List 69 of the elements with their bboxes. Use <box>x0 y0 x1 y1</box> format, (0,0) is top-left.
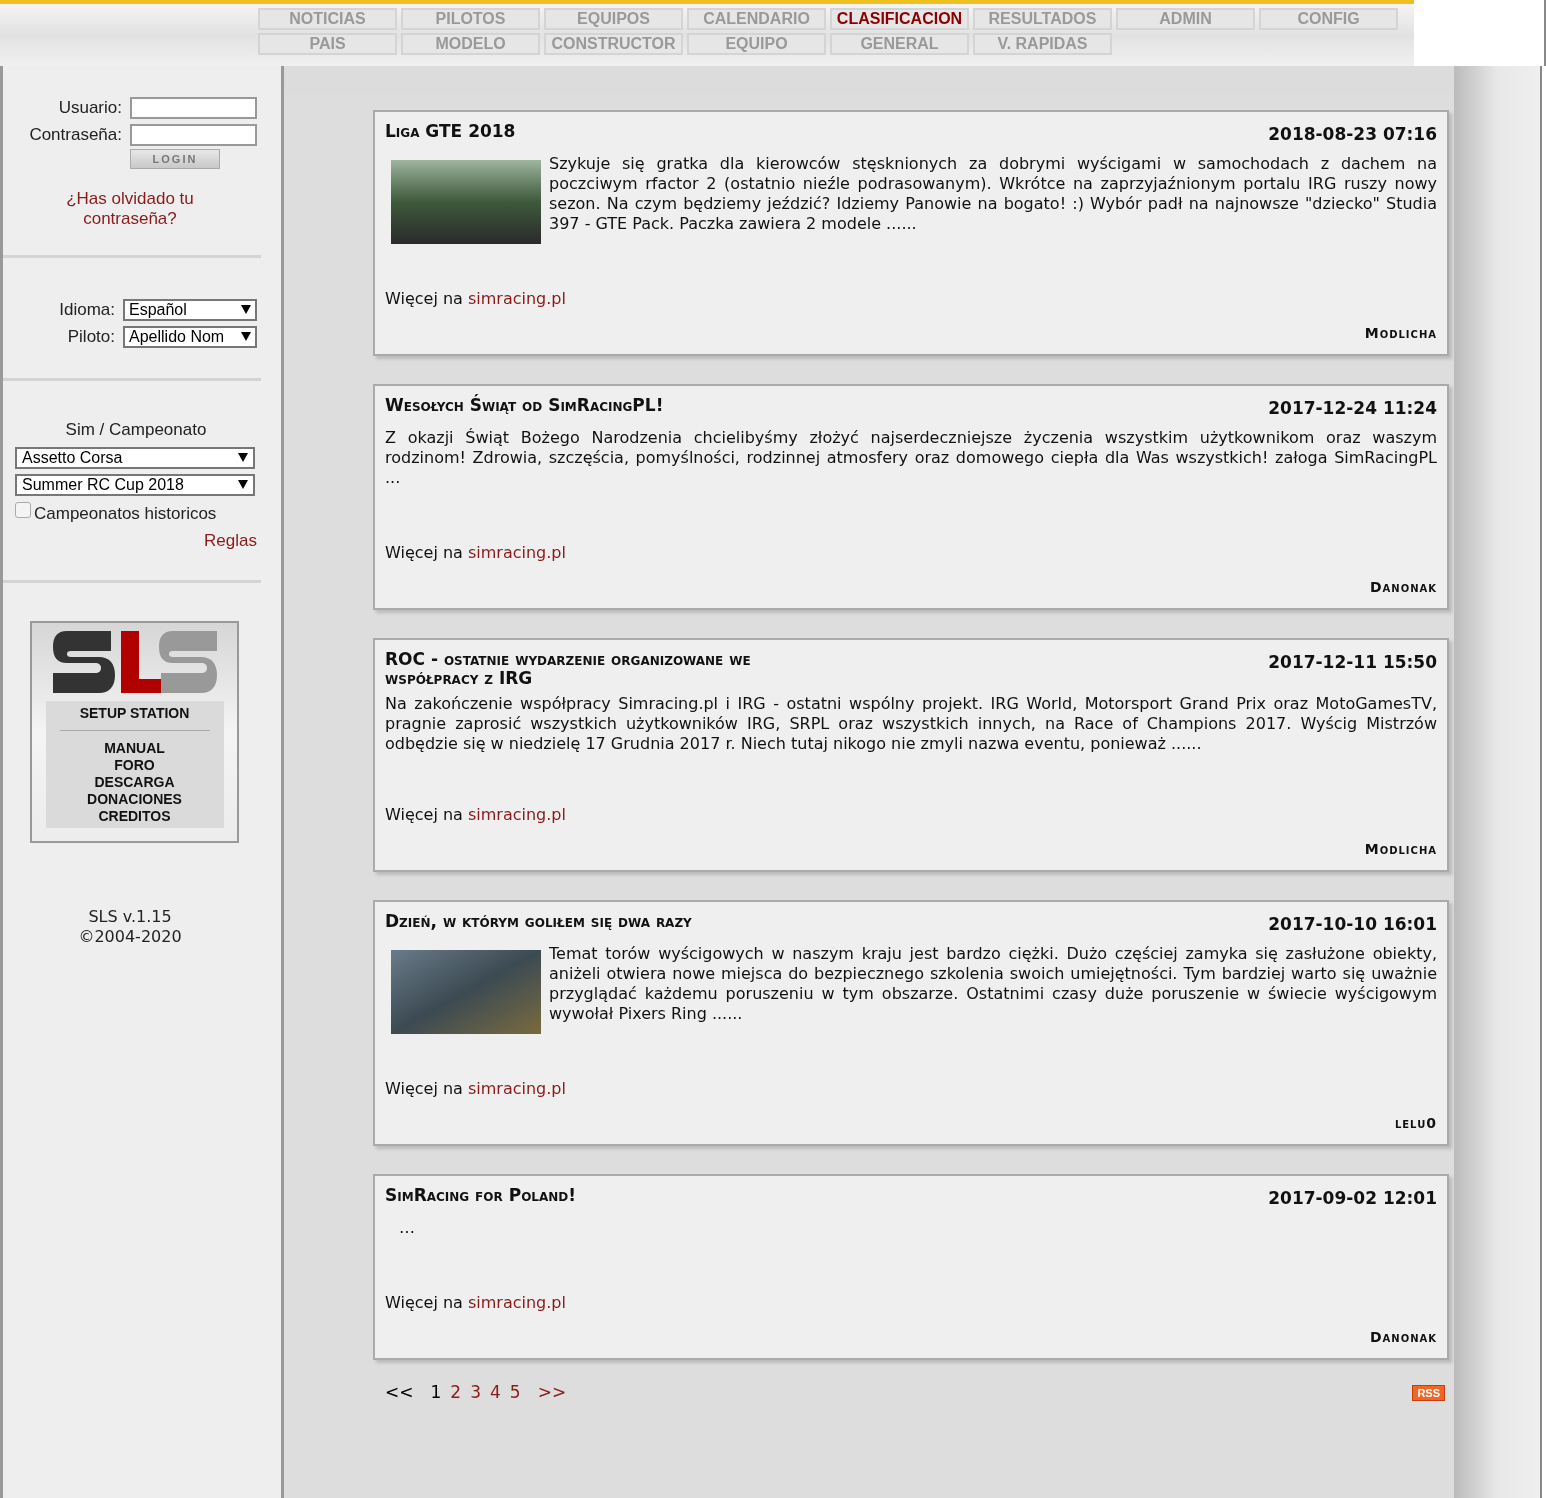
news-title: Liga GTE 2018 <box>385 122 516 141</box>
news-date: 2017-12-24 11:24 <box>1268 397 1437 420</box>
dropdown-value: Español <box>129 299 187 320</box>
panel-title: SETUP STATION <box>79 704 190 722</box>
forgot-password-link[interactable]: ¿Has olvidado tu contraseña? <box>50 189 210 229</box>
caret-icon <box>238 480 248 489</box>
source-link[interactable]: simracing.pl <box>467 289 566 308</box>
source-link[interactable]: simracing.pl <box>467 1293 566 1312</box>
read-more-text: Więcej na simracing.pl <box>385 804 567 826</box>
field-label: Piloto: <box>67 325 115 348</box>
news-date: 2018-08-23 07:16 <box>1268 123 1437 146</box>
menu-link[interactable]: DONACIONES <box>87 790 182 808</box>
news-date: 2017-09-02 12:01 <box>1268 1187 1437 1210</box>
news-text: Na zakończenie współpracy Simracing.pl i IRG - ostatni wspólny projekt. IRG World, Motorsport Grand Prix oraz MotoGamesTV, pragnie zaprosić wszystkich użytkowników IRG, SRPL oraz wszystkich innych, na Race of Champions 2017. Wyścig Mistrzów odbędzie się w niedzielę 17 Grudnia 2017 r. Niech tutaj nikogo nie zmyli nazwa eventu, ponieważ ...... <box>385 694 1437 754</box>
previous-page-link[interactable]: << <box>385 1380 414 1406</box>
caret-icon <box>238 453 248 462</box>
page-link[interactable]: 5 <box>509 1380 521 1406</box>
read-more-text: Więcej na simracing.pl <box>385 288 567 310</box>
dropdown[interactable]: Assetto Corsa <box>15 446 255 469</box>
dropdown[interactable]: Español <box>123 298 257 321</box>
author-name: lelu0 <box>1394 1114 1437 1133</box>
section-heading: Sim / Campeonato <box>65 419 207 441</box>
checkbox[interactable] <box>15 501 31 518</box>
page-link[interactable]: 2 <box>450 1380 462 1406</box>
news-date: 2017-10-10 16:01 <box>1268 913 1437 936</box>
news-title: ROC - ostatnie wydarzenie organizowane we współpracy z IRG <box>385 650 752 688</box>
next-page-link[interactable]: >> <box>537 1380 567 1406</box>
dropdown[interactable]: Apellido Nom <box>123 325 257 348</box>
news-text: Z okazji Świąt Bożego Narodzenia chcielibyśmy złożyć najserdeczniejsze życzenia wszystkim użytkownikom oraz waszym rodzinom! Zdrowia, szczęścia, pomyślności, rodzinnej atmosfery oraz domowego ciepła dla Was wszystkich! załoga SimRacingPL ... <box>385 427 1437 488</box>
source-link[interactable]: simracing.pl <box>467 543 566 562</box>
page-link[interactable]: 1 <box>430 1380 442 1406</box>
read-more-text: Więcej na simracing.pl <box>385 542 567 564</box>
password-input[interactable] <box>130 123 257 146</box>
caret-icon <box>241 332 251 341</box>
username-input[interactable] <box>130 96 257 119</box>
news-title: Wesołych Świąt od SimRacingPL! <box>385 396 664 415</box>
author-name: Danonak <box>1369 1328 1437 1347</box>
menu-link[interactable]: MANUAL <box>104 739 165 757</box>
source-link[interactable]: simracing.pl <box>467 1079 566 1098</box>
news-date: 2017-12-11 15:50 <box>1268 651 1437 674</box>
dropdown-value: Apellido Nom <box>129 326 225 347</box>
page-link[interactable]: 4 <box>490 1380 501 1406</box>
dropdown-value: Summer RC Cup 2018 <box>22 474 184 495</box>
page-link[interactable]: 3 <box>470 1380 481 1406</box>
author-name: Modlicha <box>1364 840 1437 859</box>
nav-tab[interactable]: CLASIFICACION <box>830 8 969 30</box>
version-text: SLS v.1.15 <box>88 906 172 927</box>
author-name: Danonak <box>1369 578 1437 597</box>
field-label: Usuario: <box>58 96 122 119</box>
copyright-text: ©2004-2020 <box>78 926 182 947</box>
author-name: Modlicha <box>1364 324 1437 343</box>
checkbox-label: Campeonatos historicos <box>34 502 217 525</box>
news-text: … <box>398 1217 415 1238</box>
read-more-text: Więcej na simracing.pl <box>385 1292 567 1314</box>
field-label: Idioma: <box>59 298 115 321</box>
news-title: SimRacing for Poland! <box>385 1186 577 1205</box>
caret-icon <box>241 305 251 314</box>
news-text: Szykuje się gratka dla kierowców stęsknionych za dobrymi wyścigami w samochodach z dachem na poczciwym rfactor 2 (ostatnio nieźle podrasowanym). Wkrótce na zaprzyjaźnionym portalu IRG ruszy nowy sezon. Na czym będziemy jeździć? Idziemy Panowie na bogato! :) Wybór padł na najnowsze "dziecko" Studia 397 - GTE Pack. Paczka zawiera 2 modele ...... <box>549 153 1437 235</box>
news-title: Dzień, w którym goliłem się dwa razy <box>385 912 692 931</box>
field-label: Contraseña: <box>29 123 122 146</box>
menu-link[interactable]: DESCARGA <box>94 773 175 791</box>
source-link[interactable]: simracing.pl <box>467 805 566 824</box>
dropdown[interactable]: Summer RC Cup 2018 <box>15 473 255 496</box>
read-more-text: Więcej na simracing.pl <box>385 1078 567 1100</box>
rules-link[interactable]: Reglas <box>204 528 257 554</box>
menu-link[interactable]: FORO <box>114 756 155 774</box>
news-text: Temat torów wyścigowych w naszym kraju jest bardzo ciężki. Dużo częściej zamyka się zasłużone obiekty, aniżeli otwiera nowe miejsca do bezpiecznego szkolenia swoich umiejętności. Tym bardziej warto się uważnie przyglądać każdemu poruszeniu w tym obszarze. Ostatnimi czasy duże poruszenie w świecie wyścigowym wywołał Pixers Ring ...... <box>549 943 1437 1025</box>
dropdown-value: Assetto Corsa <box>22 447 123 468</box>
menu-link[interactable]: CREDITOS <box>98 807 171 825</box>
